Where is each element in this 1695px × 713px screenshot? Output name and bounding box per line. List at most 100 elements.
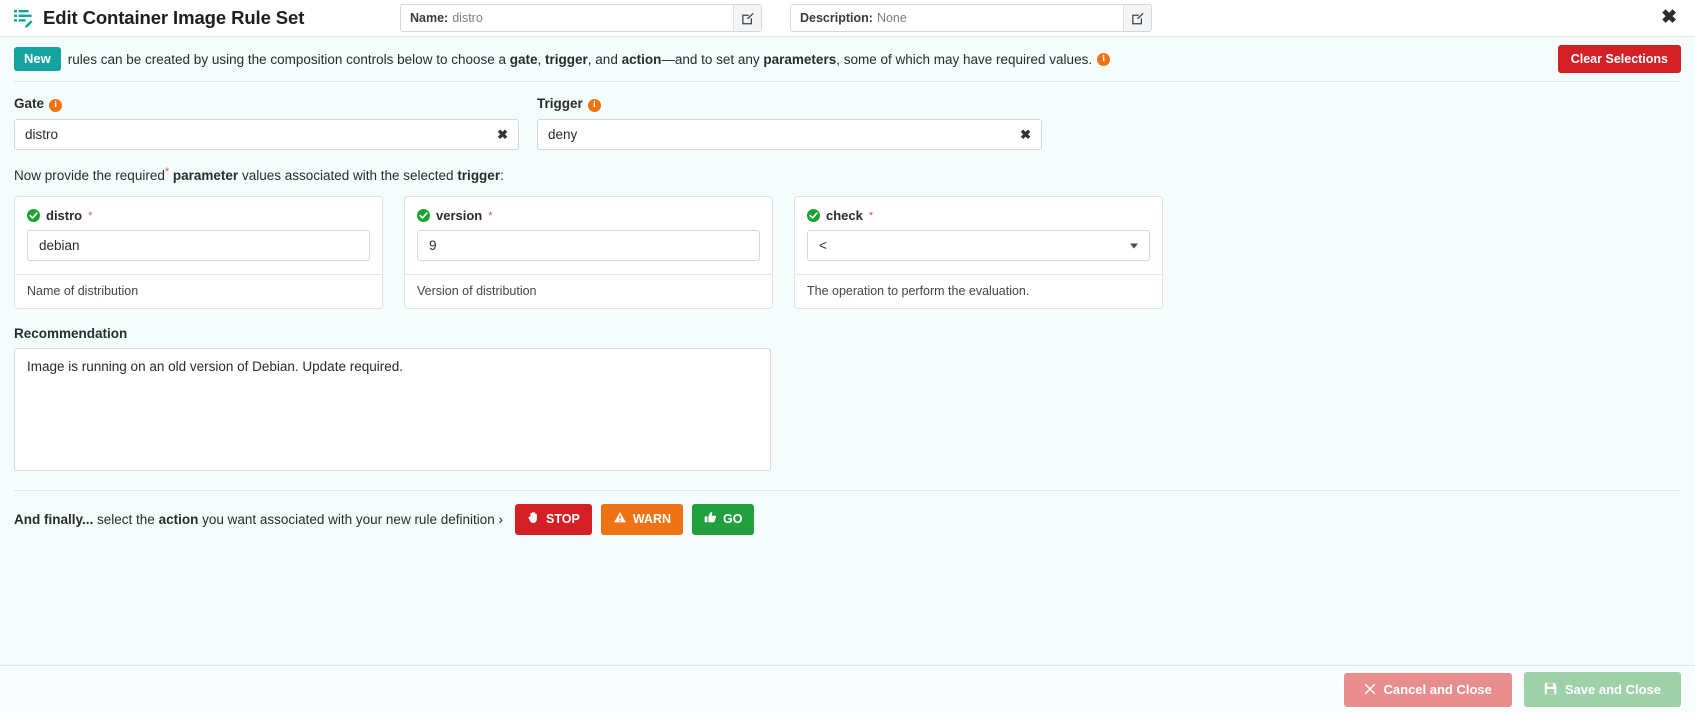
recommendation-textarea[interactable]: Image is running on an old version of De… [14,348,771,471]
dialog-footer: Cancel and Close Save and Close [0,665,1695,713]
banner-text-1: rules can be created by using the compos… [67,51,510,67]
parameter-card-body [15,223,382,274]
check-circle-icon [807,209,820,222]
name-edit-button[interactable] [733,5,761,31]
recommendation-section: Recommendation Image is running on an ol… [0,309,1695,474]
param-intro-bold-parameter: parameter [172,168,239,183]
parameter-description: Name of distribution [15,274,382,308]
parameter-select-check[interactable]: < [807,230,1150,261]
banner-text-3: , and [587,51,622,67]
action-text-1: And finally... [14,511,94,527]
parameter-description: Version of distribution [405,274,772,308]
parameter-card-check: check * < The operation to perform the e… [794,196,1163,309]
parameter-card-distro: distro * Name of distribution [14,196,383,309]
cancel-and-close-button[interactable]: Cancel and Close [1343,672,1512,707]
action-row-text: And finally... select the action you wan… [14,512,503,527]
check-circle-icon [27,209,40,222]
trigger-info-icon[interactable]: i [587,99,601,112]
description-field-value: None [876,11,907,25]
gate-selected-value: distro [25,127,59,142]
banner-bold-trigger: trigger [545,51,588,67]
close-icon [1364,683,1376,697]
close-icon[interactable]: ✖ [1661,8,1677,27]
parameters-intro: Now provide the required* parameter valu… [0,150,1695,183]
hand-stop-icon [527,511,540,527]
parameter-name: distro [46,208,83,223]
recommendation-label: Recommendation [14,326,128,341]
name-field[interactable]: Name: distro [400,4,762,32]
cancel-and-close-label: Cancel and Close [1383,682,1492,697]
action-button-go[interactable]: GO [692,504,755,535]
thumbs-up-icon [704,511,717,527]
action-bold-action: action [158,511,199,527]
banner-bold-action: action [621,51,662,67]
parameter-select-value: < [819,238,827,253]
banner-text: rules can be created by using the compos… [68,52,1092,67]
pencil-square-icon [742,12,754,24]
title-group: Edit Container Image Rule Set [14,7,404,29]
banner-bold-gate: gate [509,51,538,67]
param-intro-3: values associated with the selected [238,168,458,183]
gate-label-row: Gate i [14,96,519,112]
info-banner: New rules can be created by using the co… [0,37,1695,81]
banner-text-5: , some of which may have required values… [836,51,1093,67]
window-header: Edit Container Image Rule Set Name: dist… [0,0,1695,37]
gate-label: Gate [14,96,45,111]
page-title: Edit Container Image Rule Set [43,7,305,28]
gate-select[interactable]: distro ✖ [14,119,519,150]
action-button-warn-label: WARN [632,511,672,526]
edit-list-icon [14,9,34,28]
trigger-select[interactable]: deny ✖ [537,119,1042,150]
param-intro-1: Now provide the required [14,168,165,183]
description-edit-button[interactable] [1123,5,1151,31]
action-button-stop[interactable]: STOP [515,504,592,535]
parameter-description: The operation to perform the evaluation. [795,274,1162,308]
gate-block: Gate i distro ✖ [14,96,519,150]
description-field[interactable]: Description: None [790,4,1152,32]
trigger-selected-value: deny [548,127,578,142]
parameter-required-mark: * [488,209,493,222]
trigger-block: Trigger i deny ✖ [537,96,1042,150]
parameter-card-header: version * [405,197,772,223]
rule-set-editor-page: Edit Container Image Rule Set Name: dist… [0,0,1695,713]
clear-selections-button[interactable]: Clear Selections [1557,45,1681,73]
parameter-required-mark: * [88,209,93,222]
save-and-close-label: Save and Close [1564,682,1661,697]
action-button-warn[interactable]: WARN [600,504,684,535]
trigger-clear-icon[interactable]: ✖ [1020,127,1031,143]
parameter-cards: distro * Name of distribution version * [0,183,1695,309]
parameter-name: version [436,208,483,223]
gate-info-icon[interactable]: i [49,99,63,112]
check-circle-icon [417,209,430,222]
action-text-2: select the [93,511,159,527]
name-field-label: Name: [410,11,449,25]
floppy-disk-icon [1544,682,1557,697]
warning-triangle-icon [613,511,627,527]
trigger-label-row: Trigger i [537,96,1042,112]
banner-bold-parameters: parameters [763,51,837,67]
parameter-input-version[interactable] [417,230,760,261]
save-and-close-button[interactable]: Save and Close [1523,672,1681,707]
parameter-input-distro[interactable] [27,230,370,261]
parameter-card-header: check * [795,197,1162,223]
parameter-name: check [826,208,863,223]
parameter-card-body: < [795,223,1162,274]
action-button-go-label: GO [723,511,743,526]
action-button-stop-label: STOP [546,511,580,526]
new-badge: New [14,47,61,71]
description-field-label: Description: [800,11,873,25]
parameter-required-mark: * [868,209,874,222]
trigger-label: Trigger [537,96,583,111]
banner-text-4: —and to set any [661,51,764,67]
param-intro-4: : [500,168,504,183]
banner-text-2: , [537,51,546,67]
info-icon[interactable]: i [1097,52,1111,66]
parameter-card-version: version * Version of distribution [404,196,773,309]
action-selection-row: And finally... select the action you wan… [0,491,1695,535]
name-field-value: distro [452,11,483,25]
pencil-square-icon [1132,12,1144,24]
param-intro-bold-trigger: trigger [457,168,501,183]
gate-trigger-section: Gate i distro ✖ Trigger i deny ✖ [0,82,1695,150]
action-text-3: you want associated with your new rule d… [198,511,503,527]
gate-clear-icon[interactable]: ✖ [497,127,508,143]
